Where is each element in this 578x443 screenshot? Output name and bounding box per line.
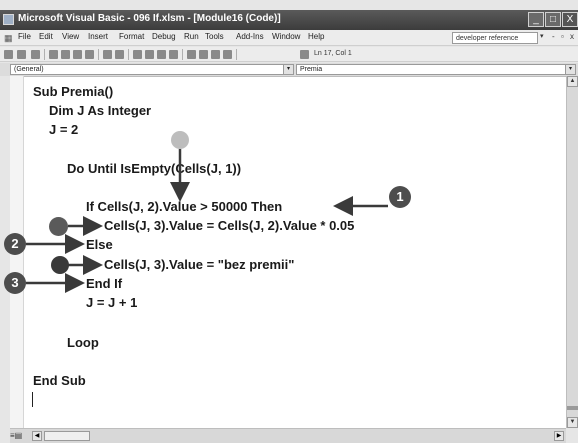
code-line[interactable]: Cells(J, 3).Value = Cells(J, 2).Value * … — [104, 218, 354, 233]
scroll-down-icon[interactable]: ▼ — [567, 417, 578, 428]
code-line[interactable]: J = J + 1 — [86, 295, 137, 310]
callout-badge-1: 1 — [389, 186, 411, 208]
toolbar-separator — [128, 49, 129, 60]
object-browser-icon[interactable] — [211, 50, 220, 59]
run-icon[interactable] — [133, 50, 142, 59]
scroll-up-icon[interactable]: ▲ — [567, 76, 578, 87]
view-excel-icon[interactable] — [4, 50, 13, 59]
reset-icon[interactable] — [157, 50, 166, 59]
object-combo[interactable]: (General) ▾ — [10, 64, 294, 75]
menu-tools[interactable]: Tools — [205, 32, 224, 41]
code-line[interactable]: Loop — [67, 335, 99, 350]
vba-editor-window: Microsoft Visual Basic - 096 If.xlsm - [… — [0, 0, 578, 443]
mdi-restore-button[interactable]: ▫ — [561, 32, 564, 41]
menu-format[interactable]: Format — [119, 32, 144, 41]
marker-dot-dark — [49, 217, 68, 236]
toolbox-icon[interactable] — [223, 50, 232, 59]
menu-insert[interactable]: Insert — [88, 32, 108, 41]
project-explorer-icon[interactable] — [187, 50, 196, 59]
callout-badge-3: 3 — [4, 272, 26, 294]
undo-icon[interactable] — [103, 50, 112, 59]
procedure-combo-value: Premia — [300, 66, 323, 73]
object-combo-value: (General) — [14, 66, 44, 73]
cut-icon[interactable] — [49, 50, 58, 59]
code-line[interactable]: Do Until IsEmpty(Cells(J, 1)) — [67, 161, 241, 176]
toolbar-separator — [236, 49, 237, 60]
code-editor[interactable] — [10, 76, 566, 428]
marker-dot-light — [171, 131, 189, 149]
cursor-position: Ln 17, Col 1 — [314, 50, 352, 57]
code-window-header: (General) ▾ Premia ▾ — [0, 63, 578, 76]
menu-run[interactable]: Run — [184, 32, 199, 41]
menu-view[interactable]: View — [62, 32, 79, 41]
procedure-combo[interactable]: Premia ▾ — [296, 64, 576, 75]
code-line[interactable]: Sub Premia() — [33, 84, 113, 99]
mdi-close-button[interactable]: x — [570, 32, 574, 41]
close-button[interactable]: X — [562, 12, 578, 27]
design-mode-icon[interactable] — [169, 50, 178, 59]
paste-icon[interactable] — [73, 50, 82, 59]
vba-app-icon — [3, 14, 14, 25]
title-bar: Microsoft Visual Basic - 096 If.xlsm - [… — [0, 10, 578, 30]
code-line[interactable]: End Sub — [33, 373, 86, 388]
scroll-left-icon[interactable]: ◀ — [32, 431, 42, 441]
code-line[interactable]: J = 2 — [49, 122, 78, 137]
marker-dot-dark — [51, 256, 69, 274]
help-icon[interactable] — [300, 50, 309, 59]
scroll-thumb[interactable] — [44, 431, 90, 441]
standard-toolbar: Ln 17, Col 1 — [0, 47, 578, 62]
code-line[interactable]: Else — [86, 237, 113, 252]
mdi-minimize-button[interactable]: - — [552, 32, 555, 41]
copy-icon[interactable] — [61, 50, 70, 59]
code-line[interactable]: Dim J As Integer — [49, 103, 151, 118]
toolbar-separator — [44, 49, 45, 60]
horizontal-scrollbar[interactable]: ≡▤ ◀ ▶ — [10, 428, 566, 443]
code-line[interactable]: End If — [86, 276, 122, 291]
minimize-button[interactable]: _ — [528, 12, 544, 27]
menu-add-ins[interactable]: Add-Ins — [236, 32, 264, 41]
menu-edit[interactable]: Edit — [39, 32, 53, 41]
chevron-down-icon[interactable]: ▾ — [283, 65, 293, 74]
vertical-scrollbar[interactable]: ▲ ▼ — [566, 76, 578, 428]
code-line[interactable]: Cells(J, 3).Value = "bez premii" — [104, 257, 294, 272]
window-title: Microsoft Visual Basic - 096 If.xlsm - [… — [18, 13, 281, 24]
redo-icon[interactable] — [115, 50, 124, 59]
save-icon[interactable] — [31, 50, 40, 59]
help-dropdown-icon[interactable]: ▾ — [540, 32, 544, 40]
view-mode-icon[interactable]: ≡▤ — [10, 431, 22, 440]
help-search-input[interactable]: developer reference — [452, 32, 538, 44]
callout-badge-2: 2 — [4, 233, 26, 255]
insert-module-icon[interactable] — [17, 50, 26, 59]
menu-file[interactable]: File — [18, 32, 31, 41]
scroll-right-icon[interactable]: ▶ — [554, 431, 564, 441]
toolbar-separator — [98, 49, 99, 60]
toolbar-separator — [182, 49, 183, 60]
menu-help[interactable]: Help — [308, 32, 324, 41]
menu-bar: ▦ File Edit View Insert Format Debug Run… — [0, 30, 578, 46]
menu-debug[interactable]: Debug — [152, 32, 176, 41]
menu-window[interactable]: Window — [272, 32, 300, 41]
break-icon[interactable] — [145, 50, 154, 59]
maximize-button[interactable]: □ — [545, 12, 561, 27]
text-cursor — [32, 392, 33, 407]
find-icon[interactable] — [85, 50, 94, 59]
chevron-down-icon[interactable]: ▾ — [565, 65, 575, 74]
properties-window-icon[interactable] — [199, 50, 208, 59]
code-line[interactable]: If Cells(J, 2).Value > 50000 Then — [86, 199, 282, 214]
split-bar[interactable] — [567, 406, 578, 410]
excel-icon[interactable]: ▦ — [4, 33, 14, 43]
